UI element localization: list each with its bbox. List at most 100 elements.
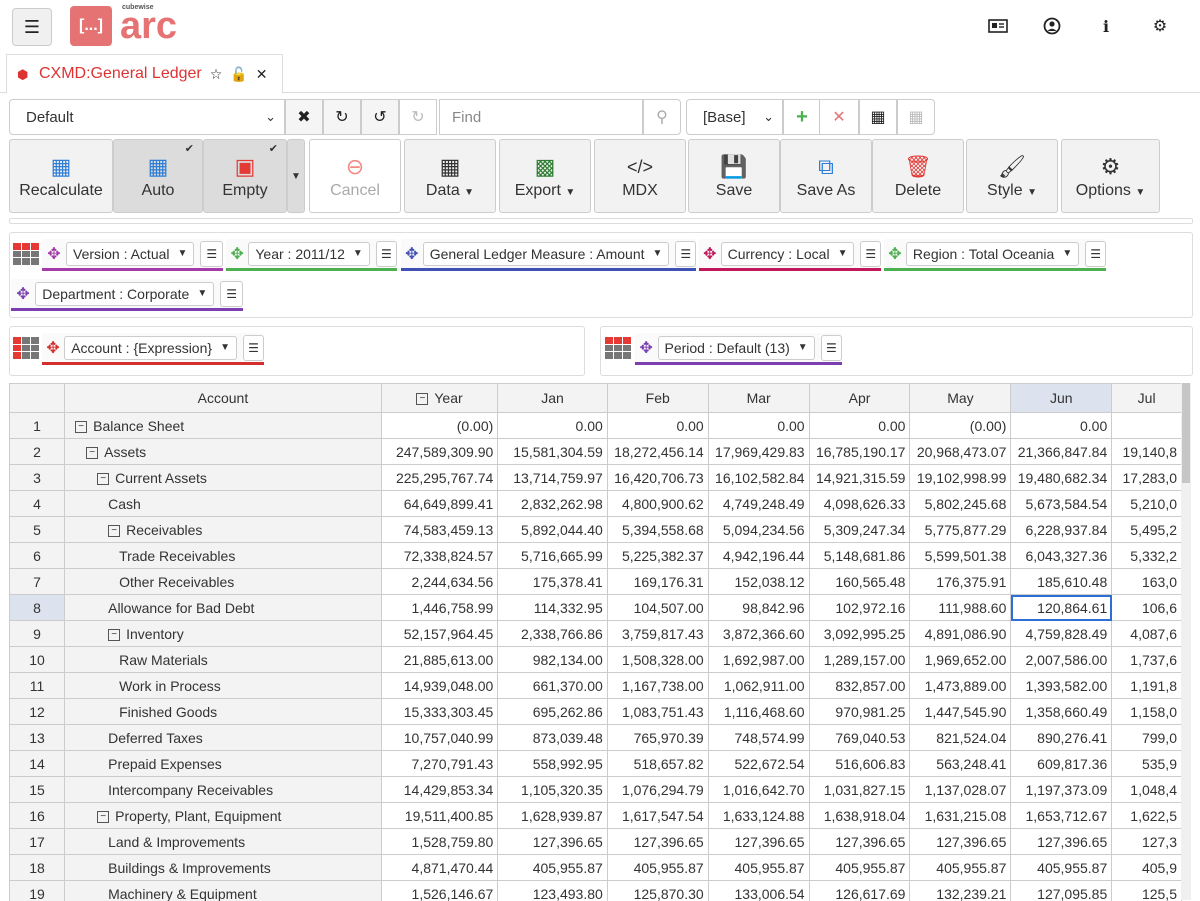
row-number[interactable]: 4 <box>10 491 65 517</box>
rows-chip-account[interactable]: ✥ Account : {Expression}▼ ☰ <box>42 333 264 365</box>
row-number[interactable]: 17 <box>10 829 65 855</box>
value-cell[interactable]: 19,480,682.34 <box>1011 465 1112 491</box>
value-cell[interactable]: 123,493.80 <box>498 881 608 901</box>
value-cell[interactable]: 19,140,8 <box>1112 439 1182 465</box>
column-header-year[interactable]: −Year <box>381 384 498 413</box>
version-select[interactable]: Version : Actual▼ <box>66 242 194 266</box>
value-cell[interactable]: 1,158,0 <box>1112 699 1182 725</box>
info-icon[interactable]: i <box>1096 16 1116 36</box>
value-cell[interactable]: 405,955.87 <box>1011 855 1112 881</box>
move-icon[interactable]: ✥ <box>401 244 423 264</box>
value-cell[interactable]: 7,270,791.43 <box>381 751 498 777</box>
view-select[interactable]: Default ⌄ <box>9 99 285 135</box>
account-cell[interactable]: −Property, Plant, Equipment <box>65 803 382 829</box>
tab-general-ledger[interactable]: ⬢ CXMD:General Ledger ☆ 🔓 ✕ <box>6 54 283 94</box>
empty-dropdown-button[interactable]: ▼ <box>287 139 305 213</box>
value-cell[interactable]: 1,167,738.00 <box>607 673 708 699</box>
year-select[interactable]: Year : 2011/12▼ <box>248 242 369 266</box>
collapse-icon[interactable]: − <box>75 421 87 433</box>
value-cell[interactable]: 609,817.36 <box>1011 751 1112 777</box>
value-cell[interactable]: 1,692,987.00 <box>708 647 809 673</box>
value-cell[interactable]: 3,759,817.43 <box>607 621 708 647</box>
value-cell[interactable] <box>1112 413 1182 439</box>
period-select[interactable]: Period : Default (13)▼ <box>658 336 815 360</box>
value-cell[interactable]: 0.00 <box>1011 413 1112 439</box>
row-number[interactable]: 2 <box>10 439 65 465</box>
value-cell[interactable]: 17,283,0 <box>1112 465 1182 491</box>
column-header-feb[interactable]: Feb <box>607 384 708 413</box>
style-button[interactable]: 🖌 Style ▼ <box>966 139 1058 213</box>
delete-button[interactable]: 🗑 Delete <box>872 139 964 213</box>
collapse-icon[interactable]: − <box>108 629 120 641</box>
move-icon[interactable]: ✥ <box>884 244 906 264</box>
account-cell[interactable]: −Receivables <box>65 517 382 543</box>
value-cell[interactable]: 132,239.21 <box>910 881 1011 901</box>
value-cell[interactable]: 1,083,751.43 <box>607 699 708 725</box>
value-cell[interactable]: 405,955.87 <box>498 855 608 881</box>
value-cell[interactable]: 114,332.95 <box>498 595 608 621</box>
row-number[interactable]: 1 <box>10 413 65 439</box>
id-card-icon[interactable] <box>988 16 1008 36</box>
value-cell[interactable]: 1,638,918.04 <box>809 803 910 829</box>
value-cell[interactable]: 106,6 <box>1112 595 1182 621</box>
value-cell[interactable]: 5,802,245.68 <box>910 491 1011 517</box>
row-number[interactable]: 10 <box>10 647 65 673</box>
value-cell[interactable]: 5,225,382.37 <box>607 543 708 569</box>
column-header-jan[interactable]: Jan <box>498 384 608 413</box>
measure-select[interactable]: General Ledger Measure : Amount▼ <box>423 242 670 266</box>
row-number[interactable]: 15 <box>10 777 65 803</box>
value-cell[interactable]: 4,800,900.62 <box>607 491 708 517</box>
filter-chip-department[interactable]: ✥ Department : Corporate▼ ☰ <box>11 279 243 311</box>
column-header-jul[interactable]: Jul <box>1112 384 1182 413</box>
move-icon[interactable]: ✥ <box>42 338 64 358</box>
filter-chip-measure[interactable]: ✥ General Ledger Measure : Amount▼ ☰ <box>401 239 696 271</box>
value-cell[interactable]: 1,105,320.35 <box>498 777 608 803</box>
column-header-may[interactable]: May <box>910 384 1011 413</box>
value-cell[interactable]: (0.00) <box>381 413 498 439</box>
value-cell[interactable]: 1,358,660.49 <box>1011 699 1112 725</box>
column-header-apr[interactable]: Apr <box>809 384 910 413</box>
value-cell[interactable]: 127,396.65 <box>607 829 708 855</box>
value-cell[interactable]: 748,574.99 <box>708 725 809 751</box>
value-cell[interactable]: 74,583,459.13 <box>381 517 498 543</box>
value-cell[interactable]: 17,969,429.83 <box>708 439 809 465</box>
row-number[interactable]: 18 <box>10 855 65 881</box>
value-cell[interactable]: 3,872,366.60 <box>708 621 809 647</box>
row-number[interactable]: 7 <box>10 569 65 595</box>
value-cell[interactable]: 15,581,304.59 <box>498 439 608 465</box>
value-cell[interactable]: 127,3 <box>1112 829 1182 855</box>
redo-button[interactable]: ↻ <box>399 99 437 135</box>
value-cell[interactable]: 1,628,939.87 <box>498 803 608 829</box>
value-cell[interactable]: 3,092,995.25 <box>809 621 910 647</box>
value-cell[interactable]: 1,197,373.09 <box>1011 777 1112 803</box>
vertical-scrollbar[interactable] <box>1181 383 1191 900</box>
row-number[interactable]: 12 <box>10 699 65 725</box>
value-cell[interactable]: 125,870.30 <box>607 881 708 901</box>
value-cell[interactable]: 225,295,767.74 <box>381 465 498 491</box>
value-cell[interactable]: 185,610.48 <box>1011 569 1112 595</box>
recalculate-button[interactable]: ▦ Recalculate <box>9 139 113 213</box>
value-cell[interactable]: 127,396.65 <box>809 829 910 855</box>
filter-chip-version[interactable]: ✥ Version : Actual▼ ☰ <box>42 239 223 271</box>
value-cell[interactable]: 661,370.00 <box>498 673 608 699</box>
value-cell[interactable]: 169,176.31 <box>607 569 708 595</box>
columns-chip-period[interactable]: ✥ Period : Default (13)▼ ☰ <box>635 333 842 365</box>
move-icon[interactable]: ✥ <box>226 244 248 264</box>
account-cell[interactable]: Work in Process <box>65 673 382 699</box>
empty-button[interactable]: ✔ ▣ Empty <box>203 139 287 213</box>
value-cell[interactable]: 1,633,124.88 <box>708 803 809 829</box>
account-cell[interactable]: Intercompany Receivables <box>65 777 382 803</box>
value-cell[interactable]: 127,396.65 <box>910 829 1011 855</box>
value-cell[interactable]: 558,992.95 <box>498 751 608 777</box>
value-cell[interactable]: 160,565.48 <box>809 569 910 595</box>
account-select[interactable]: Account : {Expression}▼ <box>64 336 237 360</box>
value-cell[interactable]: 5,495,2 <box>1112 517 1182 543</box>
account-cell[interactable]: Allowance for Bad Debt <box>65 595 382 621</box>
value-cell[interactable]: 5,716,665.99 <box>498 543 608 569</box>
value-cell[interactable]: 14,939,048.00 <box>381 673 498 699</box>
value-cell[interactable]: 4,891,086.90 <box>910 621 1011 647</box>
filter-chip-region[interactable]: ✥ Region : Total Oceania▼ ☰ <box>884 239 1106 271</box>
value-cell[interactable]: 5,892,044.40 <box>498 517 608 543</box>
value-cell[interactable]: 890,276.41 <box>1011 725 1112 751</box>
account-cell[interactable]: −Balance Sheet <box>65 413 382 439</box>
